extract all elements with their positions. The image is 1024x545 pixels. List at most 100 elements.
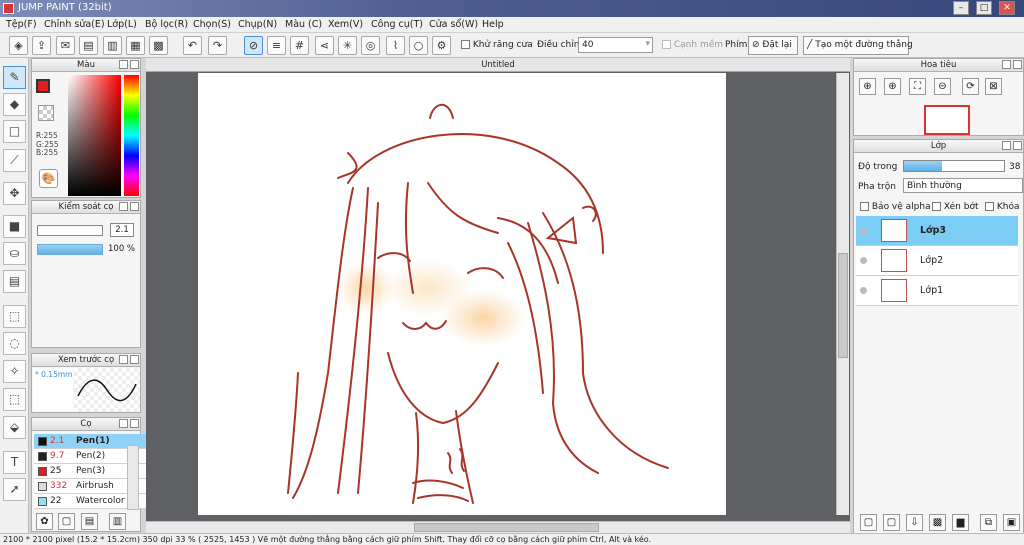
- fit-window-icon[interactable]: ⛶: [909, 78, 926, 95]
- panel-float-icon[interactable]: [119, 419, 128, 428]
- new-layer-icon[interactable]: ▢: [860, 514, 877, 531]
- menu-view[interactable]: Xem(V): [328, 19, 363, 30]
- new-icon[interactable]: ◈: [9, 36, 28, 55]
- layer-item[interactable]: Lớp1: [856, 276, 1018, 306]
- export-icon[interactable]: ⇪: [32, 36, 51, 55]
- redo-icon[interactable]: ↷: [208, 36, 227, 55]
- curve-icon[interactable]: ⌇: [386, 36, 405, 55]
- shape-tool-icon[interactable]: □: [3, 120, 26, 143]
- brush-size-slider[interactable]: [37, 225, 103, 236]
- operation-tool-icon[interactable]: ➚: [3, 478, 26, 501]
- minimize-button[interactable]: –: [953, 1, 969, 15]
- panel-float-icon[interactable]: [1002, 141, 1011, 150]
- brush-size-input[interactable]: 2.1: [110, 223, 134, 237]
- brush-settings-icon[interactable]: ▥: [109, 513, 126, 530]
- flip-icon[interactable]: ⊠: [985, 78, 1002, 95]
- page-icon[interactable]: ▥: [103, 36, 122, 55]
- rotate-icon[interactable]: ⟳: [962, 78, 979, 95]
- drawing-canvas[interactable]: [198, 73, 726, 515]
- panel-close-icon[interactable]: [1013, 60, 1022, 69]
- smooth-checkbox[interactable]: Cạnh mềm: [662, 40, 723, 50]
- concentric-icon[interactable]: ◎: [361, 36, 380, 55]
- clip-checkbox[interactable]: Xén bớt: [932, 202, 979, 212]
- panel-close-icon[interactable]: [130, 202, 139, 211]
- delete-layer-icon[interactable]: ▣: [1003, 514, 1020, 531]
- hue-slider[interactable]: [124, 75, 139, 196]
- speech-icon[interactable]: ▤: [79, 36, 98, 55]
- layer-visibility-icon[interactable]: [860, 257, 867, 264]
- panel-float-icon[interactable]: [119, 355, 128, 364]
- panel-float-icon[interactable]: [1002, 60, 1011, 69]
- layer-visibility-icon[interactable]: [860, 287, 867, 294]
- vertical-scroll-thumb[interactable]: [838, 253, 848, 358]
- brush-opacity-slider[interactable]: [37, 244, 103, 255]
- canvas-vertical-scrollbar[interactable]: [836, 73, 849, 515]
- canvas-horizontal-scrollbar[interactable]: [146, 521, 850, 533]
- palette-icon[interactable]: 🎨: [39, 169, 58, 188]
- panel-close-icon[interactable]: [130, 60, 139, 69]
- layer-pattern-icon[interactable]: ▩: [929, 514, 946, 531]
- primary-color-swatch[interactable]: [36, 79, 50, 93]
- menu-file[interactable]: Tệp(F): [6, 19, 37, 30]
- menu-color[interactable]: Màu (C): [285, 19, 322, 30]
- layer-opacity-slider[interactable]: [903, 160, 1005, 172]
- gradient-tool-icon[interactable]: ▤: [3, 270, 26, 293]
- menu-layer[interactable]: Lớp(L): [107, 19, 137, 30]
- circle-icon[interactable]: ○: [409, 36, 428, 55]
- text-tool-icon[interactable]: T: [3, 451, 26, 474]
- fill-rect-tool-icon[interactable]: ■: [3, 215, 26, 238]
- menu-capture[interactable]: Chụp(N): [238, 19, 277, 30]
- line-tool-icon[interactable]: ⟋: [3, 149, 26, 172]
- snap-off-icon[interactable]: ⊘: [244, 36, 263, 55]
- eraser-tool-icon[interactable]: ◆: [3, 93, 26, 116]
- layer-item[interactable]: Lớp2: [856, 246, 1018, 276]
- menu-select[interactable]: Chọn(S): [193, 19, 231, 30]
- move-tool-icon[interactable]: ✥: [3, 182, 26, 205]
- blend-mode-select[interactable]: Bình thường: [903, 178, 1023, 193]
- select-pen-tool-icon[interactable]: ⬚: [3, 388, 26, 411]
- menu-filter[interactable]: Bộ lọc(R): [145, 19, 188, 30]
- add-brush-icon[interactable]: ✿: [36, 513, 53, 530]
- layer-down-icon[interactable]: ⇩: [906, 514, 923, 531]
- panel-float-icon[interactable]: [119, 202, 128, 211]
- layer-folder-icon[interactable]: ▆: [952, 514, 969, 531]
- transparent-color-swatch[interactable]: [38, 105, 54, 121]
- antialias-checkbox[interactable]: Khử răng cưa: [461, 40, 533, 50]
- layer-visibility-icon[interactable]: [860, 227, 867, 234]
- magic-wand-tool-icon[interactable]: ✧: [3, 360, 26, 383]
- cross-icon[interactable]: #: [290, 36, 309, 55]
- parallel-icon[interactable]: ≡: [267, 36, 286, 55]
- settings-icon[interactable]: ⚙: [432, 36, 451, 55]
- comment-icon[interactable]: ✉: [56, 36, 75, 55]
- panel-close-icon[interactable]: [130, 419, 139, 428]
- layer-item[interactable]: Lớp3: [856, 216, 1018, 246]
- panel-close-icon[interactable]: [130, 355, 139, 364]
- menu-help[interactable]: Help: [482, 19, 504, 30]
- pen-tool-icon[interactable]: ✎: [3, 66, 26, 89]
- adjust-input[interactable]: 40 ▾: [578, 37, 653, 53]
- zoom-in-icon[interactable]: ⊕: [859, 78, 876, 95]
- protect-alpha-checkbox[interactable]: Bảo vệ alpha: [860, 202, 931, 212]
- document-tab[interactable]: Untitled: [146, 60, 850, 70]
- duplicate-layer-icon[interactable]: ⧉: [980, 514, 997, 531]
- undo-icon[interactable]: ↶: [183, 36, 202, 55]
- select-eraser-tool-icon[interactable]: ⬙: [3, 416, 26, 439]
- reset-button[interactable]: ⊘ Đặt lại: [748, 36, 798, 55]
- new-brush-icon[interactable]: ▢: [58, 513, 75, 530]
- menu-edit[interactable]: Chỉnh sửa(E): [44, 19, 105, 30]
- bucket-tool-icon[interactable]: ⛀: [3, 242, 26, 265]
- zoom-out-icon[interactable]: ⊖: [934, 78, 951, 95]
- horizontal-scroll-thumb[interactable]: [414, 523, 599, 532]
- close-button[interactable]: ✕: [999, 1, 1015, 15]
- menu-tools[interactable]: Công cụ(T): [371, 19, 423, 30]
- radial-icon[interactable]: ✳: [338, 36, 357, 55]
- menu-window[interactable]: Cửa sổ(W): [429, 19, 478, 30]
- saturation-value-picker[interactable]: [68, 75, 121, 196]
- lasso-tool-icon[interactable]: ◌: [3, 332, 26, 355]
- antialias-check-icon[interactable]: [461, 40, 470, 49]
- brush-menu-icon[interactable]: ▤: [81, 513, 98, 530]
- rect-select-tool-icon[interactable]: ⬚: [3, 305, 26, 328]
- document-icon[interactable]: ▦: [126, 36, 145, 55]
- navigator-thumbnail[interactable]: [924, 105, 970, 135]
- maximize-button[interactable]: □: [976, 1, 992, 15]
